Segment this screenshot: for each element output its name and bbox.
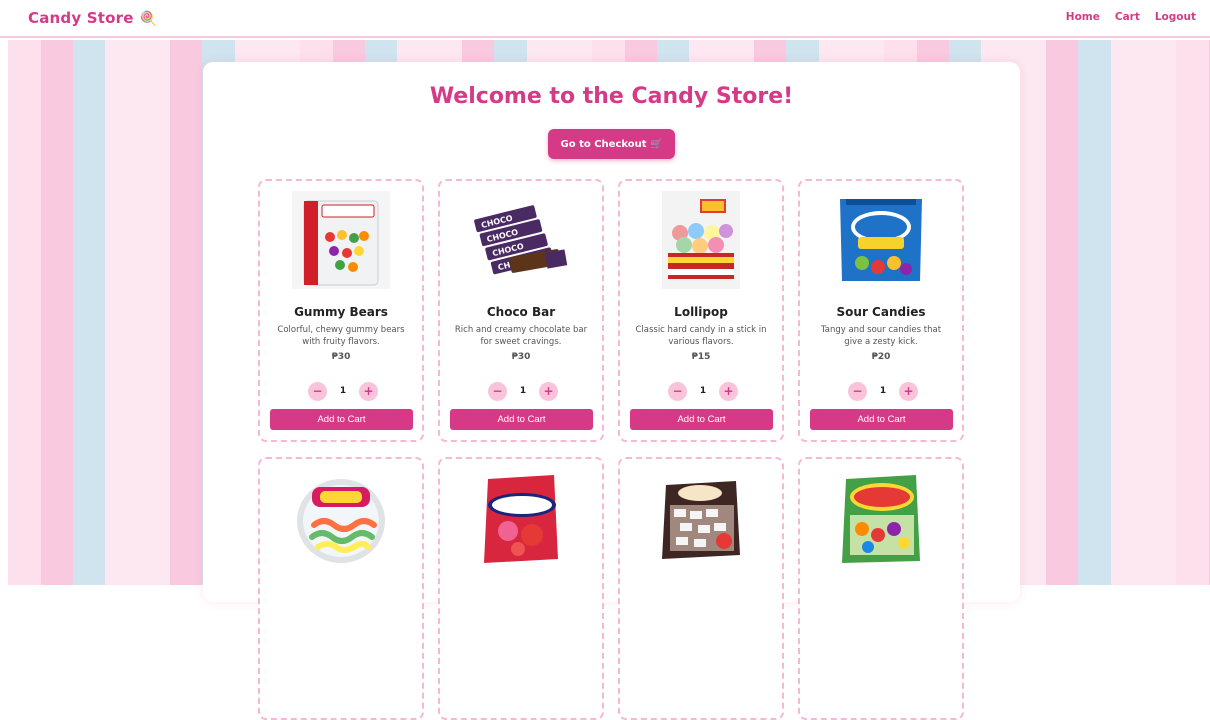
add-to-cart-button[interactable]: Add to Cart: [630, 409, 773, 430]
product-card: CHOCO CHOCO CHOCO CHOCO Choco Bar Rich a…: [438, 179, 604, 442]
product-name: Lollipop: [674, 305, 728, 319]
product-price: ₱15: [691, 352, 711, 362]
quantity-stepper: − 1 +: [848, 381, 918, 401]
add-to-cart-button[interactable]: Add to Cart: [810, 409, 953, 430]
lollipop-image: [652, 191, 750, 289]
product-card: [438, 457, 604, 720]
checkout-button[interactable]: Go to Checkout 🛒: [548, 129, 675, 159]
quantity-value: 1: [339, 386, 347, 396]
product-card: [618, 457, 784, 720]
sour-candies-image: [832, 191, 930, 289]
nav-cart-link[interactable]: Cart: [1115, 11, 1140, 23]
product-card: Gummy Bears Colorful, chewy gummy bears …: [258, 179, 424, 442]
add-to-cart-button[interactable]: Add to Cart: [270, 409, 413, 430]
store-panel: Welcome to the Candy Store! Go to Checko…: [203, 62, 1020, 720]
product-card: Lollipop Classic hard candy in a stick i…: [618, 179, 784, 442]
product-card: Sour Candies Tangy and sour candies that…: [798, 179, 964, 442]
decrease-quantity-button[interactable]: −: [308, 381, 327, 401]
product-description: Rich and creamy chocolate bar for sweet …: [454, 325, 588, 347]
nav-home-link[interactable]: Home: [1066, 11, 1100, 23]
product-description: Tangy and sour candies that give a zesty…: [820, 325, 942, 347]
quantity-value: 1: [519, 386, 527, 396]
increase-quantity-button[interactable]: +: [718, 381, 738, 401]
top-navbar: Candy Store 🍭 Home Cart Logout: [0, 0, 1210, 38]
quantity-stepper: − 1 +: [488, 381, 558, 401]
nav-logout-link[interactable]: Logout: [1155, 11, 1196, 23]
increase-quantity-button[interactable]: +: [358, 381, 378, 401]
decrease-quantity-button[interactable]: −: [488, 381, 507, 401]
product-card: [798, 457, 964, 720]
brand-logo[interactable]: Candy Store 🍭: [28, 9, 157, 27]
product-card: [258, 457, 424, 720]
choco-bar-image: CHOCO CHOCO CHOCO CHOCO: [472, 191, 570, 289]
product-name: Gummy Bears: [294, 305, 388, 319]
increase-quantity-button[interactable]: +: [898, 381, 918, 401]
increase-quantity-button[interactable]: +: [538, 381, 558, 401]
product-description: Classic hard candy in a stick in various…: [635, 325, 767, 347]
product-price: ₱30: [511, 352, 531, 362]
page-title: Welcome to the Candy Store!: [429, 84, 794, 109]
decrease-quantity-button[interactable]: −: [668, 381, 687, 401]
candy-icon: 🍭: [139, 11, 158, 27]
nav-links: Home Cart Logout: [1066, 11, 1196, 23]
mentos-image: [472, 469, 570, 567]
choco-joy-image: [652, 469, 750, 567]
product-price: ₱20: [871, 352, 891, 362]
add-to-cart-button[interactable]: Add to Cart: [450, 409, 593, 430]
product-description: Colorful, chewy gummy bears with fruity …: [277, 325, 405, 347]
frutos-image: [832, 469, 930, 567]
decrease-quantity-button[interactable]: −: [848, 381, 867, 401]
quantity-value: 1: [879, 386, 887, 396]
quantity-stepper: − 1 +: [308, 381, 378, 401]
sour-worms-image: [292, 469, 390, 567]
quantity-stepper: − 1 +: [668, 381, 738, 401]
product-name: Choco Bar: [486, 305, 556, 319]
quantity-value: 1: [699, 386, 707, 396]
gummy-bears-image: [292, 191, 390, 289]
product-price: ₱30: [331, 352, 351, 362]
product-name: Sour Candies: [836, 305, 926, 319]
brand-name: Candy Store: [28, 9, 134, 27]
